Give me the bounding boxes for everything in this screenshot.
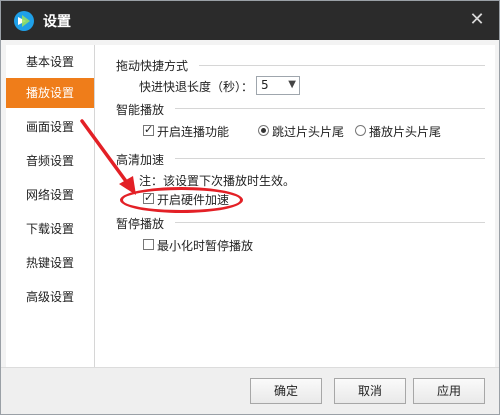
sidebar-item-basic[interactable]: 基本设置: [6, 47, 94, 77]
section-title-pause: 暂停播放: [116, 217, 165, 231]
sidebar-item-hotkeys[interactable]: 热键设置: [6, 248, 94, 278]
apply-button[interactable]: 应用: [413, 378, 485, 404]
section-title-drag: 拖动快捷方式: [116, 59, 189, 73]
section-title-hd: 高清加速: [116, 153, 165, 167]
sidebar: 基本设置 播放设置 画面设置 音频设置 网络设置 下载设置 热键设置 高级设置: [6, 45, 95, 367]
play-intro-radio[interactable]: [355, 125, 366, 136]
seek-step-label: 快进快退长度（秒）：: [139, 80, 254, 94]
app-logo-icon: [14, 11, 34, 31]
hd-note: 注：该设置下次播放时生效。: [139, 174, 296, 188]
cancel-button[interactable]: 取消: [334, 378, 406, 404]
section-title-smart: 智能播放: [116, 103, 165, 117]
window-title: 设置: [43, 14, 71, 30]
highlight-ellipse: [120, 187, 243, 213]
sidebar-item-download[interactable]: 下载设置: [6, 214, 94, 244]
continuous-play-checkbox[interactable]: ✓: [143, 123, 154, 136]
chevron-down-icon: ▼: [288, 79, 296, 90]
minimize-pause-checkbox[interactable]: [143, 239, 154, 250]
sidebar-item-picture[interactable]: 画面设置: [6, 112, 94, 142]
close-icon[interactable]: ✕: [465, 8, 489, 32]
dialog-footer: 确定 取消 应用: [1, 367, 499, 414]
skip-intro-label: 跳过片头片尾: [272, 125, 345, 139]
sidebar-item-network[interactable]: 网络设置: [6, 180, 94, 210]
title-bar: 设置 ✕: [1, 1, 499, 40]
section-divider: [175, 222, 485, 223]
skip-intro-radio[interactable]: [258, 125, 269, 136]
seek-step-select[interactable]: 5 ▼: [256, 76, 300, 95]
section-divider: [199, 65, 485, 66]
section-divider: [175, 108, 485, 109]
sidebar-item-advanced[interactable]: 高级设置: [6, 282, 94, 312]
checkmark-icon: ✓: [144, 123, 154, 136]
section-divider: [175, 158, 485, 159]
continuous-play-label: 开启连播功能: [157, 125, 230, 139]
radio-dot-icon: [261, 128, 266, 133]
seek-step-value: 5: [261, 78, 269, 92]
ok-button[interactable]: 确定: [250, 378, 322, 404]
minimize-pause-label: 最小化时暂停播放: [157, 239, 254, 253]
sidebar-item-audio[interactable]: 音频设置: [6, 146, 94, 176]
play-intro-label: 播放片头片尾: [369, 125, 442, 139]
sidebar-item-playback[interactable]: 播放设置: [6, 78, 94, 108]
